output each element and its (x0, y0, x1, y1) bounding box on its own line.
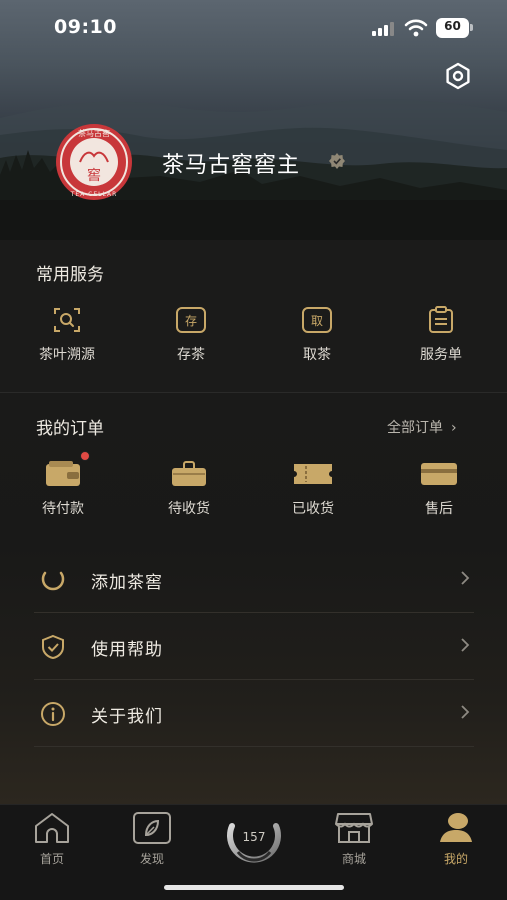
service-order-icon (429, 306, 453, 333)
status-time: 09:10 (54, 16, 117, 38)
order-label: 已收货 (292, 501, 334, 517)
order-pending-receipt[interactable]: 待收货 (134, 460, 244, 518)
center-action-button[interactable]: 157 (222, 812, 286, 868)
shop-icon (335, 813, 373, 843)
wifi-icon (404, 19, 428, 37)
battery-icon: 60 (436, 18, 474, 38)
center-count: 157 (242, 830, 266, 844)
username: 茶马古窖窖主 (162, 153, 301, 178)
verified-badge-icon (329, 153, 345, 169)
all-orders-label: 全部订单 (387, 420, 443, 436)
menu-label: 关于我们 (91, 707, 163, 727)
tab-discover[interactable]: 发现 (117, 812, 187, 867)
info-icon (41, 702, 65, 726)
compass-icon (133, 812, 171, 844)
order-received[interactable]: 已收货 (258, 460, 368, 518)
svg-text:取: 取 (311, 314, 323, 328)
order-after-sales[interactable]: 售后 (384, 460, 494, 518)
order-pending-payment[interactable]: 待付款 (8, 460, 118, 518)
signal-icon (372, 22, 394, 36)
tab-label: 首页 (39, 852, 64, 866)
tab-label: 商城 (341, 852, 366, 866)
service-label: 取茶 (303, 347, 331, 363)
chevron-right-icon (461, 705, 470, 719)
add-cellar-icon (41, 571, 65, 591)
all-orders-link[interactable]: 全部订单 › (387, 417, 457, 437)
service-store-button[interactable]: 存 存茶 (136, 306, 246, 364)
logo-top-text: 茶马古窖 (78, 128, 110, 138)
services-title: 常用服务 (36, 265, 104, 285)
menu-item-add-cellar[interactable]: 添加茶窖 (34, 546, 474, 613)
avatar[interactable]: 窖 茶马古窖 TEA CELLAR (42, 122, 147, 202)
trace-scan-icon (54, 308, 80, 332)
tab-label: 我的 (443, 852, 468, 866)
notification-badge (80, 451, 90, 461)
settings-icon[interactable] (440, 58, 476, 94)
service-label: 茶叶溯源 (39, 347, 95, 363)
menu-label: 使用帮助 (91, 640, 163, 660)
store-tea-icon: 存 (176, 307, 206, 333)
order-label: 待付款 (42, 501, 84, 517)
service-retrieve-button[interactable]: 取 取茶 (262, 306, 372, 364)
battery-level: 60 (444, 19, 461, 33)
svg-text:存: 存 (185, 314, 197, 328)
retrieve-tea-icon: 取 (302, 307, 332, 333)
bag-icon (172, 461, 206, 486)
home-indicator (164, 885, 344, 890)
tab-shop[interactable]: 商城 (319, 812, 389, 867)
chevron-right-icon (461, 638, 470, 652)
tab-home[interactable]: 首页 (17, 812, 87, 867)
card-icon (421, 463, 457, 485)
menu-item-help[interactable]: 使用帮助 (34, 613, 474, 680)
home-icon (35, 813, 69, 843)
menu-item-about[interactable]: 关于我们 (34, 680, 474, 747)
chevron-right-icon: › (451, 420, 457, 436)
order-label: 待收货 (168, 501, 210, 517)
status-bar: 09:10 60 (0, 0, 507, 56)
orders-title: 我的订单 (36, 419, 104, 439)
wallet-icon (46, 461, 80, 486)
menu-label: 添加茶窖 (91, 573, 163, 593)
service-order-button[interactable]: 服务单 (386, 306, 496, 364)
chevron-right-icon (461, 571, 470, 585)
order-label: 售后 (425, 501, 453, 517)
profile-icon (440, 813, 472, 842)
service-label: 存茶 (177, 347, 205, 363)
ticket-icon (294, 464, 332, 484)
tab-mine[interactable]: 我的 (421, 812, 491, 867)
tab-label: 发现 (139, 852, 164, 866)
service-label: 服务单 (420, 347, 462, 363)
logo-center-glyph: 窖 (87, 167, 101, 184)
service-trace-button[interactable]: 茶叶溯源 (12, 306, 122, 364)
shield-check-icon (42, 634, 64, 660)
logo-bottom-text: TEA CELLAR (70, 191, 118, 198)
